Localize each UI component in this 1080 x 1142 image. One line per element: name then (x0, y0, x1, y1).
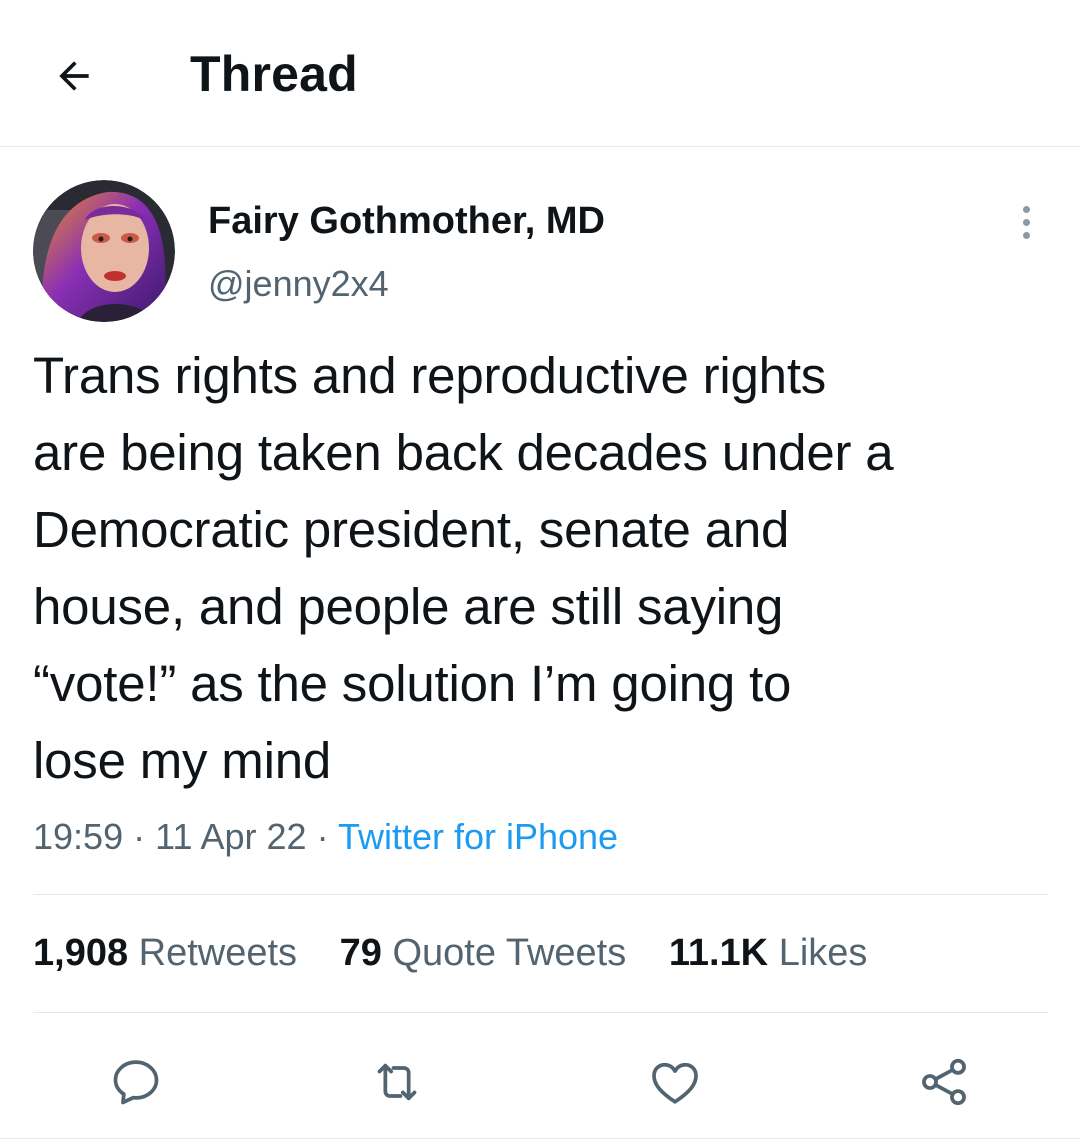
avatar-image (33, 180, 175, 322)
tweet-text: Trans rights and reproductive rights are… (33, 337, 1063, 799)
page-title: Thread (190, 46, 358, 102)
retweets-stat[interactable]: 1,908 Retweets (33, 928, 297, 978)
tweet-text-line: house, and people are still saying (33, 578, 784, 635)
quote-tweets-stat[interactable]: 79 Quote Tweets (340, 928, 627, 978)
quote-tweets-count: 79 (339, 932, 382, 974)
like-button[interactable] (643, 1050, 707, 1114)
retweets-label: Retweets (138, 932, 298, 974)
retweet-icon (377, 1063, 417, 1101)
likes-count: 11.1K (668, 932, 769, 974)
tweet-thread-page: Thread Fairy Gothmother, MD @jenny2x4 Tr… (0, 0, 1080, 1142)
retweet-button[interactable] (365, 1050, 429, 1114)
reply-button[interactable] (104, 1050, 168, 1114)
share-icon (922, 1058, 966, 1106)
tweet-actions (0, 1040, 1080, 1120)
likes-label: Likes (778, 932, 868, 974)
tweet-source-link[interactable]: Twitter for iPhone (338, 816, 618, 857)
share-button[interactable] (912, 1050, 976, 1114)
likes-stat[interactable]: 11.1K Likes (669, 928, 868, 978)
top-bar: Thread (0, 0, 1080, 147)
arrow-left-icon (59, 61, 89, 91)
divider (33, 1012, 1048, 1013)
reply-icon (113, 1060, 159, 1105)
author-display-name[interactable]: Fairy Gothmother, MD (208, 198, 605, 244)
quote-tweets-label: Quote Tweets (392, 932, 627, 974)
tweet-date[interactable]: 11 Apr 22 (155, 816, 306, 857)
meta-separator: · (133, 816, 146, 857)
divider (33, 894, 1048, 895)
avatar[interactable] (33, 180, 175, 322)
tweet-text-line: Democratic president, senate and (33, 501, 790, 558)
retweets-count: 1,908 (33, 932, 129, 974)
author-handle[interactable]: @jenny2x4 (208, 262, 389, 306)
divider (0, 1138, 1080, 1139)
tweet-time[interactable]: 19:59 (33, 816, 123, 857)
more-dot-icon (1022, 231, 1030, 239)
like-icon (652, 1062, 698, 1104)
tweet-meta: 19:59 · 11 Apr 22 · Twitter for iPhone (33, 812, 618, 862)
more-options-button[interactable] (1008, 200, 1044, 244)
meta-separator: · (316, 816, 329, 857)
tweet-text-line: Trans rights and reproductive rights (33, 347, 827, 404)
back-button[interactable] (50, 52, 98, 100)
more-dot-icon (1022, 218, 1030, 226)
more-dot-icon (1022, 205, 1030, 213)
tweet-text-line: lose my mind (33, 732, 332, 789)
tweet-text-line: are being taken back decades under a (33, 424, 894, 481)
tweet-stats: 1,908 Retweets 79 Quote Tweets 11.1K Lik… (33, 928, 899, 978)
tweet-text-line: “vote!” as the solution I’m going to (33, 655, 792, 712)
